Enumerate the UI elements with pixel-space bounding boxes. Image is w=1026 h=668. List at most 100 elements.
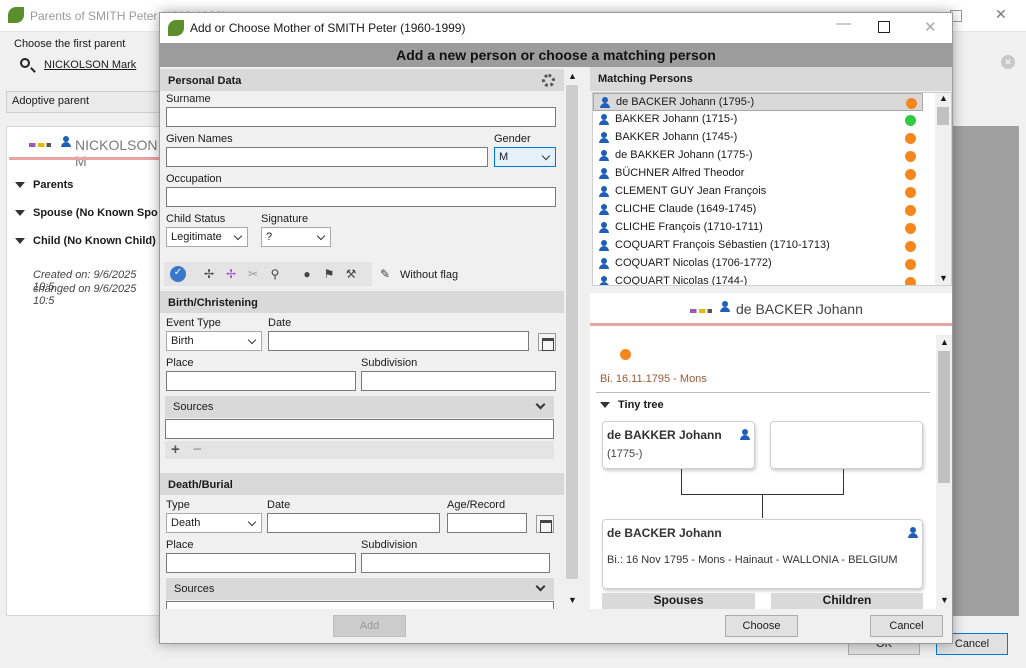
death-place-input[interactable] <box>166 553 356 573</box>
matching-person-row[interactable]: COQUART Nicolas (1706-1772) <box>593 255 923 273</box>
birth-date-input[interactable] <box>268 331 529 351</box>
birth-sources-header[interactable]: Sources <box>165 396 554 418</box>
event-type-label: Event Type <box>166 317 221 329</box>
birth-sources-input[interactable] <box>165 419 554 439</box>
add-icon[interactable]: + <box>171 441 180 458</box>
matching-scrollbar-thumb[interactable] <box>937 107 949 125</box>
calendar-icon[interactable] <box>538 333 556 351</box>
minimize-icon[interactable]: — <box>836 15 851 32</box>
child-status-select[interactable]: Legitimate <box>166 227 248 247</box>
close-icon[interactable]: ✕ <box>995 6 1007 23</box>
father-card[interactable]: de BAKKER Johann (1775-) <box>602 421 755 469</box>
chevron-down-icon[interactable]: ▼ <box>568 595 577 605</box>
detail-birth-text: Bi. 16.11.1795 - Mons <box>600 373 707 385</box>
chevron-down-icon[interactable]: ▼ <box>940 595 949 605</box>
tiny-tree-toggle[interactable]: Tiny tree <box>600 399 664 411</box>
scissors-icon[interactable]: ✂ <box>246 267 260 281</box>
surname-input[interactable] <box>166 107 556 127</box>
search-icon <box>20 58 30 68</box>
add-button[interactable]: Add <box>333 615 406 637</box>
signature-value: ? <box>266 231 273 243</box>
hammer-icon[interactable]: ⚒ <box>344 267 358 281</box>
death-date-input[interactable] <box>267 513 440 533</box>
death-sources-label: Sources <box>174 583 215 595</box>
matching-scrollbar[interactable]: ▲ ▼ <box>935 93 951 285</box>
detail-scrollbar-thumb[interactable] <box>938 351 950 483</box>
chevron-up-icon[interactable]: ▲ <box>939 93 948 103</box>
detail-scrollbar[interactable]: ▲ ▼ <box>936 335 952 609</box>
clear-search-icon[interactable]: ✕ <box>1001 55 1015 69</box>
signature-select[interactable]: ? <box>261 227 331 247</box>
matching-person-row[interactable]: BAKKER Johann (1745-) <box>593 129 923 147</box>
pencil-icon[interactable]: ✎ <box>378 267 392 281</box>
mother-card[interactable] <box>770 421 923 469</box>
matching-person-row[interactable]: COQUART Nicolas (1744-) <box>593 273 923 285</box>
matching-person-name: de BAKKER Johann (1775-) <box>615 149 753 161</box>
death-subdivision-label: Subdivision <box>361 539 418 551</box>
unlink-icon[interactable]: ⚲ <box>268 267 282 281</box>
gear-icon[interactable] <box>542 74 555 87</box>
app-leaf-icon <box>8 7 24 23</box>
form-scrollbar-thumb[interactable] <box>566 85 578 579</box>
match-status-dot <box>905 259 916 270</box>
merge-icon[interactable]: ✢ <box>202 267 216 281</box>
split-icon[interactable]: ✢ <box>224 267 238 281</box>
chevron-down-icon[interactable]: ▼ <box>939 273 948 283</box>
cancel-button[interactable]: Cancel <box>870 615 943 637</box>
children-button[interactable]: Children <box>771 593 923 609</box>
personal-data-title: Personal Data <box>168 75 242 87</box>
death-place-label: Place <box>166 539 194 551</box>
birth-place-input[interactable] <box>166 371 356 391</box>
check-icon[interactable]: ✓ <box>170 266 186 282</box>
parents-section-toggle[interactable]: Parents <box>15 179 73 191</box>
matching-panel: Matching Persons de BACKER Johann (1795-… <box>590 67 952 610</box>
child-section-toggle[interactable]: Child (No Known Child) <box>15 235 156 247</box>
chevron-up-icon[interactable]: ▲ <box>940 337 949 347</box>
close-icon[interactable]: ✕ <box>924 18 937 36</box>
spouses-button[interactable]: Spouses <box>602 593 755 609</box>
person-icon <box>599 240 609 251</box>
chevron-down-icon <box>247 335 257 345</box>
death-subdivision-input[interactable] <box>361 553 550 573</box>
matching-person-row[interactable]: de BACKER Johann (1795-) <box>593 93 923 111</box>
self-name: de BACKER Johann <box>607 526 722 540</box>
tree-line <box>681 469 682 495</box>
flag-icon[interactable]: ⚑ <box>322 267 336 281</box>
death-sources-header[interactable]: Sources <box>166 578 554 600</box>
matching-person-name: CLICHE Claude (1649-1745) <box>615 203 757 215</box>
calendar-icon[interactable] <box>536 515 554 533</box>
matching-person-name: COQUART François Sébastien (1710-1713) <box>615 239 830 251</box>
matching-person-row[interactable]: BAKKER Johann (1715-) <box>593 111 923 129</box>
remove-icon[interactable]: − <box>193 441 202 458</box>
matching-person-row[interactable]: COQUART François Sébastien (1710-1713) <box>593 237 923 255</box>
form-scrollbar[interactable]: ▲ ▼ <box>564 69 580 609</box>
person-icon[interactable]: ● <box>300 267 314 281</box>
choose-button[interactable]: Choose <box>725 615 798 637</box>
given-names-input[interactable] <box>166 147 488 167</box>
parent-search-value[interactable]: NICKOLSON Mark <box>44 59 136 71</box>
collapse-icon <box>600 402 610 409</box>
birth-event-type-select[interactable]: Birth <box>166 331 262 351</box>
collapse-icon <box>15 238 25 245</box>
gender-select[interactable]: M <box>494 147 556 167</box>
person-detail-panel: de BACKER Johann Bi. 16.11.1795 - Mons T… <box>590 293 952 610</box>
death-type-select[interactable]: Death <box>166 513 262 533</box>
occupation-input[interactable] <box>166 187 556 207</box>
matching-person-row[interactable]: CLEMENT GUY Jean François <box>593 183 923 201</box>
spouse-section-toggle[interactable]: Spouse (No Known Spo <box>15 207 158 219</box>
matching-person-row[interactable]: CLICHE Claude (1649-1745) <box>593 201 923 219</box>
matching-person-row[interactable]: BÜCHNER Alfred Theodor <box>593 165 923 183</box>
matching-person-row[interactable]: CLICHE François (1710-1711) <box>593 219 923 237</box>
age-record-input[interactable] <box>447 513 527 533</box>
maximize-icon[interactable] <box>878 21 890 33</box>
birth-subdivision-input[interactable] <box>361 371 556 391</box>
chevron-down-icon <box>316 231 326 241</box>
chevron-up-icon[interactable]: ▲ <box>568 71 577 81</box>
self-card[interactable]: de BACKER Johann Bi.: 16 Nov 1795 - Mons… <box>602 519 923 589</box>
adoptive-parent-select[interactable]: Adoptive parent <box>6 91 160 113</box>
add-or-choose-dialog: Add or Choose Mother of SMITH Peter (196… <box>159 12 953 644</box>
death-sources-input[interactable] <box>166 601 554 609</box>
matching-person-row[interactable]: de BAKKER Johann (1775-) <box>593 147 923 165</box>
person-icon <box>740 429 750 440</box>
parent-search-field[interactable]: NICKOLSON Mark <box>8 54 160 78</box>
